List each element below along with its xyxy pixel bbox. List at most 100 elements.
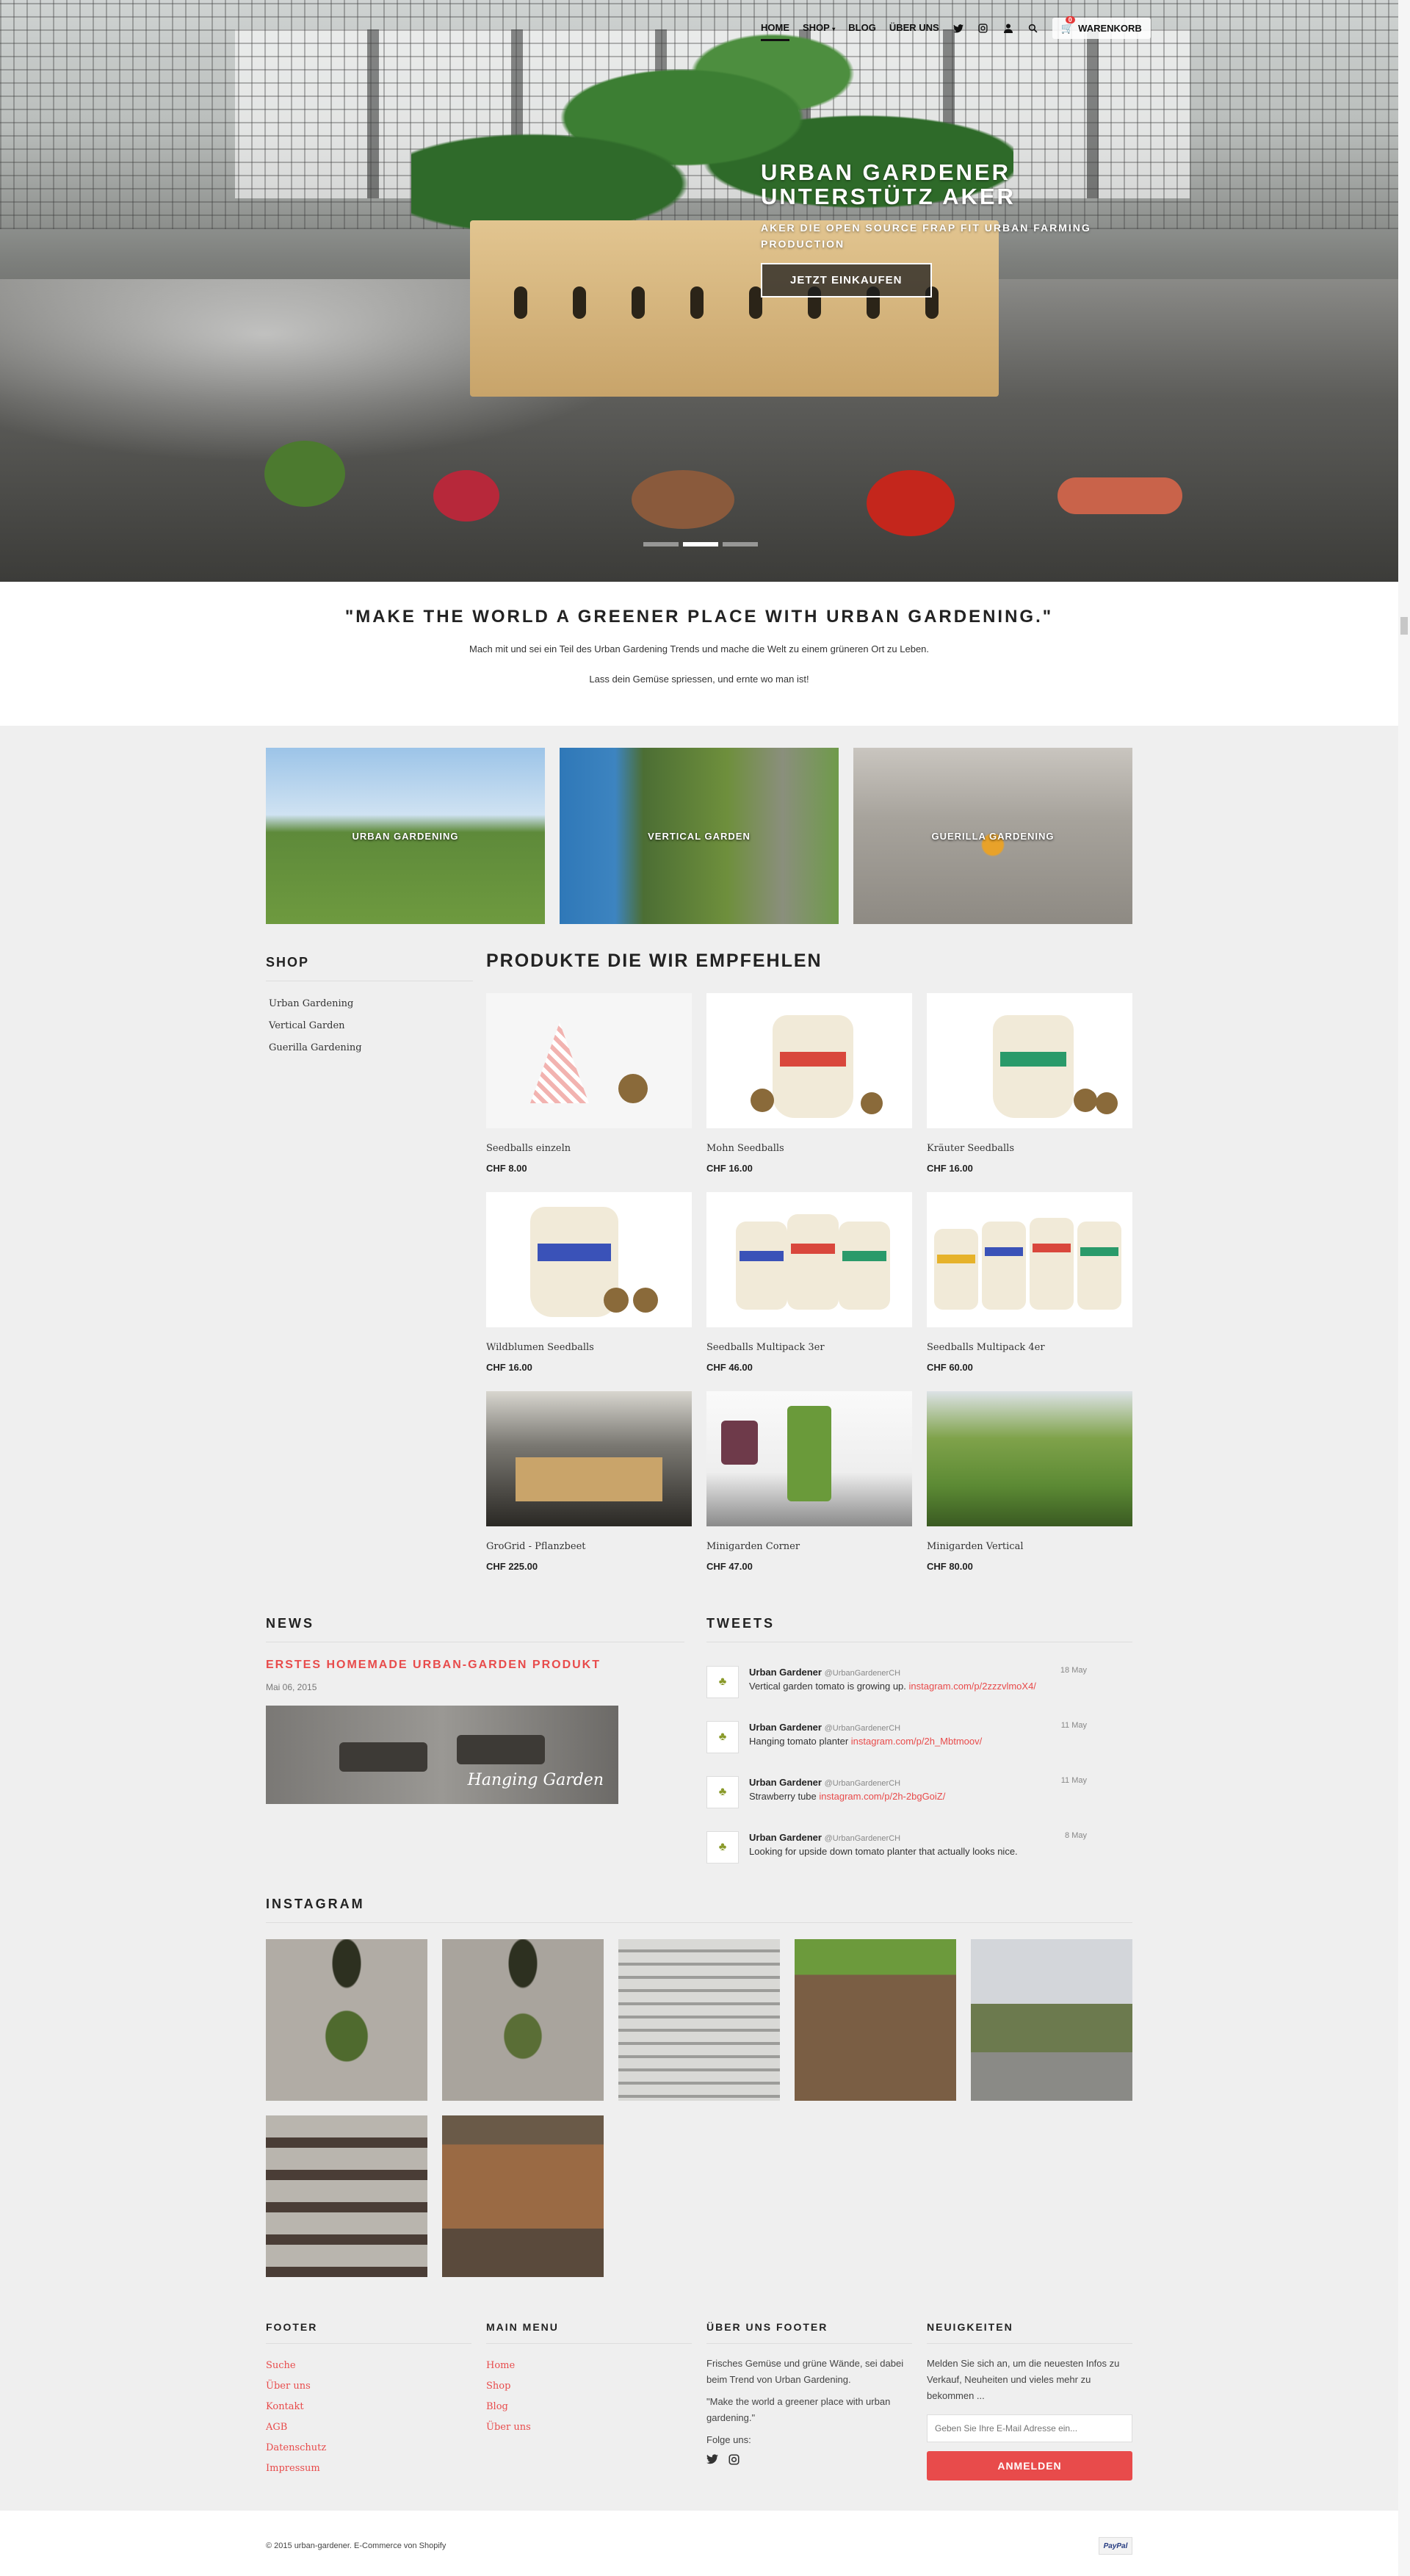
product-image[interactable] (927, 1391, 1132, 1526)
category-tile-vertical-garden[interactable]: VERTICAL GARDEN (560, 748, 839, 924)
footer-link-home[interactable]: Home (486, 2356, 692, 2376)
product-name[interactable]: Seedballs Multipack 3er (706, 1342, 912, 1353)
tweet-date[interactable]: 11 May (1061, 1721, 1087, 1730)
product-card[interactable]: Kräuter Seedballs CHF 16.00 (927, 993, 1132, 1192)
hero-subtitle: AKER DIE OPEN SOURCE FRAP FIT URBAN FARM… (761, 221, 1091, 250)
product-name[interactable]: GroGrid - Pflanzbeet (486, 1541, 692, 1552)
product-name[interactable]: Seedballs einzeln (486, 1143, 692, 1154)
nav-about[interactable]: ÜBER UNS (889, 22, 939, 41)
instagram-icon[interactable] (728, 2454, 740, 2469)
instagram-photo[interactable] (266, 2115, 427, 2277)
product-price: CHF 80.00 (927, 1561, 973, 1572)
newsletter-email-field[interactable] (927, 2414, 1132, 2442)
tweet-author[interactable]: Urban Gardener (749, 1667, 822, 1678)
footer-column-newsletter: NEUIGKEITEN Melden Sie sich an, um die n… (927, 2321, 1132, 2481)
product-card[interactable]: GroGrid - Pflanzbeet CHF 225.00 (486, 1391, 692, 1590)
category-label: GUERILLA GARDENING (931, 830, 1055, 842)
shop-now-button[interactable]: JETZT EINKAUFEN (761, 262, 932, 297)
product-image[interactable] (927, 1192, 1132, 1327)
sidebar-item-guerilla-gardening[interactable]: Guerilla Gardening (269, 1037, 362, 1059)
tweet-date[interactable]: 11 May (1061, 1776, 1087, 1785)
twitter-icon[interactable] (952, 24, 964, 37)
product-card[interactable]: Seedballs einzeln CHF 8.00 (486, 993, 692, 1192)
avatar[interactable]: ♣ (706, 1831, 739, 1864)
footer-link-blog[interactable]: Blog (486, 2397, 692, 2417)
product-image[interactable] (486, 993, 692, 1128)
footer-link-imprint[interactable]: Impressum (266, 2458, 471, 2479)
product-image[interactable] (927, 993, 1132, 1128)
news-post-title[interactable]: ERSTES HOMEMADE URBAN-GARDEN PRODUKT (266, 1659, 601, 1672)
instagram-photo[interactable] (618, 1939, 780, 2101)
tweet-handle[interactable]: @UrbanGardenerCH (825, 1669, 901, 1678)
sidebar-item-urban-gardening[interactable]: Urban Gardening (269, 993, 362, 1015)
product-image[interactable] (706, 993, 912, 1128)
product-card[interactable]: Minigarden Corner CHF 47.00 (706, 1391, 912, 1590)
tweet-date[interactable]: 8 May (1065, 1831, 1087, 1840)
instagram-photo[interactable] (266, 1939, 427, 2101)
subscribe-button[interactable]: ANMELDEN (927, 2451, 1132, 2481)
footer-link-contact[interactable]: Kontakt (266, 2397, 471, 2417)
product-name[interactable]: Kräuter Seedballs (927, 1143, 1132, 1154)
product-card[interactable]: Seedballs Multipack 4er CHF 60.00 (927, 1192, 1132, 1391)
footer-link-terms[interactable]: AGB (266, 2417, 471, 2438)
scrollbar-thumb[interactable] (1400, 617, 1408, 635)
tweet-link[interactable]: instagram.com/p/2zzzvlmoX4/ (909, 1681, 1036, 1692)
search-icon[interactable] (1027, 24, 1039, 37)
product-image[interactable] (486, 1192, 692, 1327)
slider-dot-3[interactable] (723, 542, 758, 546)
product-name[interactable]: Wildblumen Seedballs (486, 1342, 692, 1353)
instagram-icon[interactable] (977, 24, 989, 37)
tweet-link[interactable]: instagram.com/p/2h-2bgGoiZ/ (819, 1791, 945, 1802)
instagram-photo[interactable] (442, 1939, 604, 2101)
tweet-handle[interactable]: @UrbanGardenerCH (825, 1834, 901, 1843)
footer-link-about[interactable]: Über uns (266, 2376, 471, 2397)
category-tile-guerilla-gardening[interactable]: GUERILLA GARDENING (853, 748, 1132, 924)
tweet-author[interactable]: Urban Gardener (749, 1722, 822, 1733)
instagram-photo[interactable] (442, 2115, 604, 2277)
avatar[interactable]: ♣ (706, 1721, 739, 1753)
cart-count-badge: 0 (1065, 16, 1075, 24)
tweet-author[interactable]: Urban Gardener (749, 1832, 822, 1843)
tweet-date[interactable]: 18 May (1060, 1666, 1087, 1675)
product-name[interactable]: Minigarden Corner (706, 1541, 912, 1552)
product-image[interactable] (706, 1391, 912, 1526)
news-post-image[interactable]: Hanging Garden (266, 1706, 618, 1804)
product-name[interactable]: Mohn Seedballs (706, 1143, 912, 1154)
avatar[interactable]: ♣ (706, 1666, 739, 1698)
footer-link-search[interactable]: Suche (266, 2356, 471, 2376)
account-icon[interactable] (1002, 24, 1014, 37)
category-tile-urban-gardening[interactable]: URBAN GARDENING (266, 748, 545, 924)
scrollbar[interactable] (1398, 0, 1410, 2576)
news-title: NEWS (266, 1616, 684, 1642)
tweet-link[interactable]: instagram.com/p/2h_Mbtmoov/ (851, 1736, 982, 1747)
product-card[interactable]: Mohn Seedballs CHF 16.00 (706, 993, 912, 1192)
nav-shop[interactable]: SHOP ▾ (803, 22, 835, 41)
footer-link-privacy[interactable]: Datenschutz (266, 2438, 471, 2458)
nav-blog[interactable]: BLOG (848, 22, 876, 41)
slider-dot-1[interactable] (643, 542, 679, 546)
instagram-photo[interactable] (795, 1939, 956, 2101)
product-card[interactable]: Wildblumen Seedballs CHF 16.00 (486, 1192, 692, 1391)
products-title: PRODUKTE DIE WIR EMPFEHLEN (486, 950, 822, 971)
footer-link-about-us[interactable]: Über uns (486, 2417, 692, 2438)
product-name[interactable]: Minigarden Vertical (927, 1541, 1132, 1552)
avatar[interactable]: ♣ (706, 1776, 739, 1808)
slider-dot-2[interactable] (683, 542, 718, 546)
tweet-text: Looking for upside down tomato planter t… (749, 1846, 1018, 1857)
sidebar-item-vertical-garden[interactable]: Vertical Garden (269, 1015, 362, 1037)
cart-button[interactable]: 🛒 0 WARENKORB (1052, 16, 1151, 39)
tweet-author[interactable]: Urban Gardener (749, 1777, 822, 1788)
tweet-handle[interactable]: @UrbanGardenerCH (825, 1724, 901, 1733)
product-name[interactable]: Seedballs Multipack 4er (927, 1342, 1132, 1353)
product-image[interactable] (486, 1391, 692, 1526)
instagram-photo[interactable] (971, 1939, 1132, 2101)
footer-link-shop[interactable]: Shop (486, 2376, 692, 2397)
nav-home[interactable]: HOME (761, 22, 789, 41)
product-image[interactable] (706, 1192, 912, 1327)
product-card[interactable]: Seedballs Multipack 3er CHF 46.00 (706, 1192, 912, 1391)
product-card[interactable]: Minigarden Vertical CHF 80.00 (927, 1391, 1132, 1590)
tweet-handle[interactable]: @UrbanGardenerCH (825, 1779, 901, 1788)
shop-sidebar-list: Urban Gardening Vertical Garden Guerilla… (269, 993, 362, 1059)
copyright: © 2015 urban-gardener. E-Commerce von Sh… (266, 2541, 446, 2550)
twitter-icon[interactable] (706, 2454, 718, 2469)
